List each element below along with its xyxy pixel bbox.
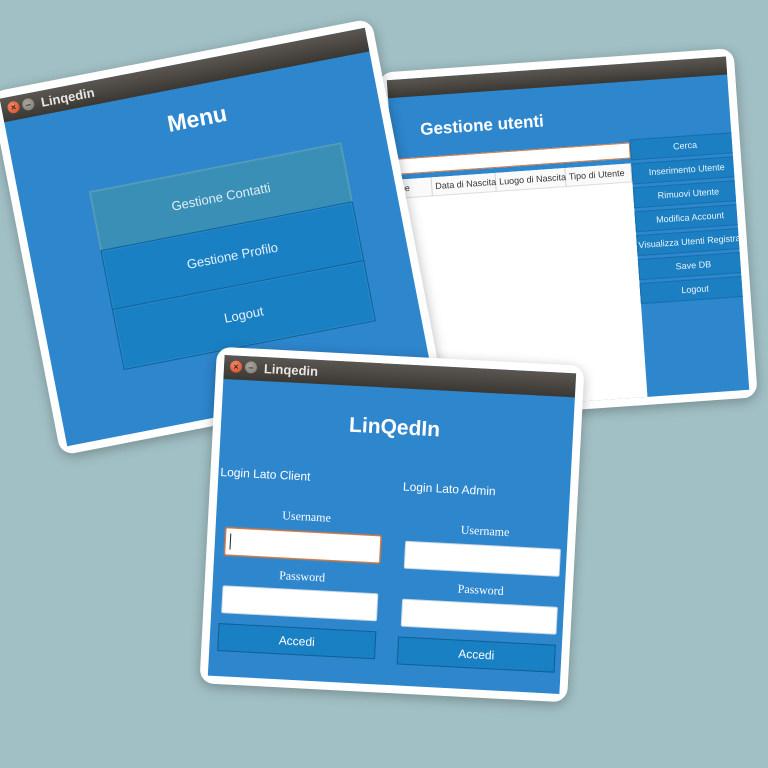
client-password-label: Password (278, 568, 326, 585)
login-heading: LinQedIn (348, 413, 441, 442)
client-login-label: Login Lato Client (220, 464, 311, 484)
client-password-field[interactable] (221, 585, 379, 622)
menu-window-title: Linqedin (39, 84, 96, 110)
admin-username-label: Username (460, 522, 510, 540)
column-header-birth-place[interactable]: Luogo di Nascita (495, 168, 567, 192)
close-icon[interactable]: × (6, 100, 21, 115)
login-window-title: Linqedin (263, 361, 319, 379)
menu-heading: Menu (165, 99, 230, 137)
admin-username-field[interactable] (403, 540, 561, 577)
minimize-icon[interactable]: – (21, 97, 36, 112)
login-window-card: × – Linqedin LinQedIn Login Lato Client … (199, 346, 585, 703)
admin-login-button[interactable]: Accedi (396, 636, 556, 673)
login-window: × – Linqedin LinQedIn Login Lato Client … (207, 355, 577, 694)
client-login-button[interactable]: Accedi (217, 623, 377, 660)
users-window-heading: Gestione utenti (419, 111, 545, 140)
users-logout-button[interactable]: Logout (639, 275, 750, 305)
admin-login-label: Login Lato Admin (402, 479, 496, 499)
column-header-user-type[interactable]: Tipo di Utente (565, 163, 633, 187)
client-username-field[interactable] (224, 527, 382, 564)
minimize-icon[interactable]: – (244, 361, 258, 374)
close-icon[interactable]: × (229, 360, 243, 373)
admin-password-label: Password (457, 581, 505, 598)
column-header-birth-date[interactable]: Data di Nascita (431, 172, 497, 197)
client-username-label: Username (281, 508, 332, 525)
text-caret (229, 533, 232, 550)
users-window-titlebar (386, 56, 728, 99)
admin-password-field[interactable] (400, 598, 558, 635)
